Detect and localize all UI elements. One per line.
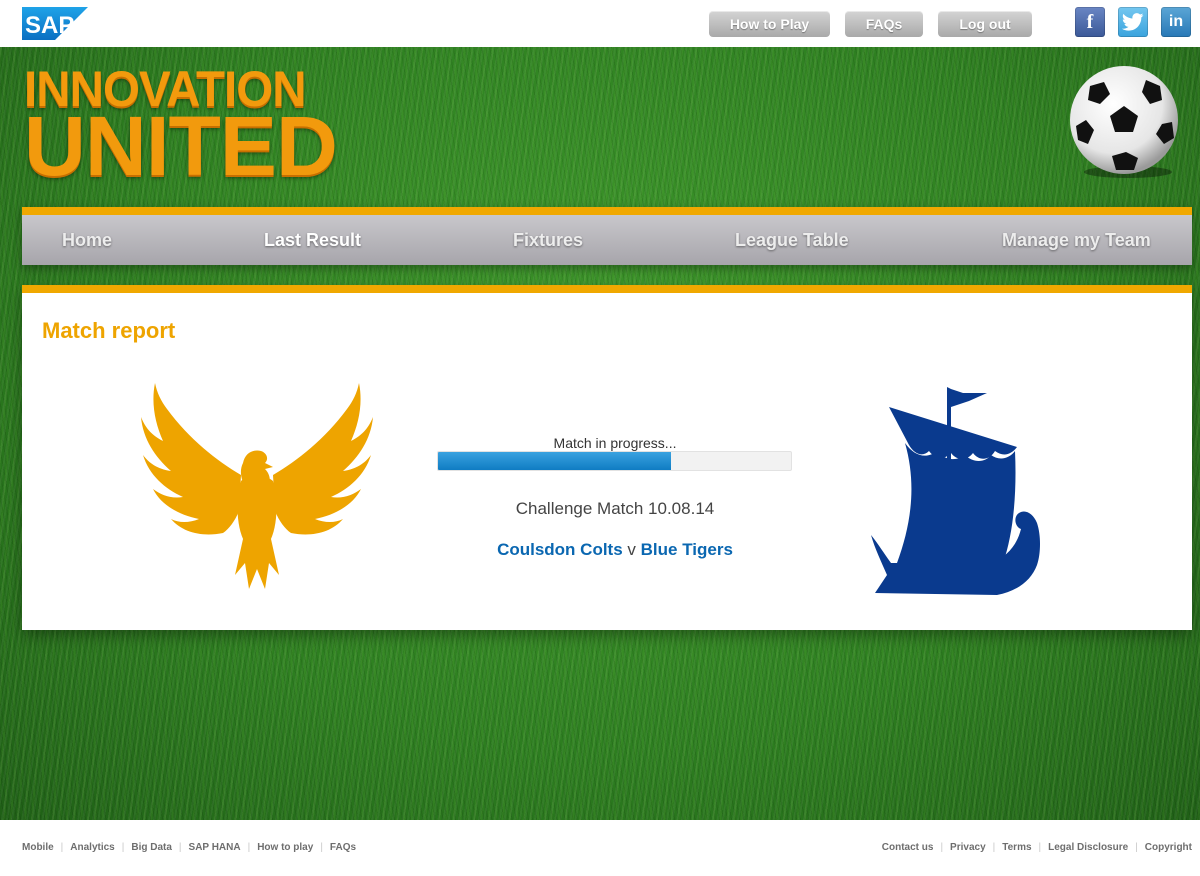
- nav-league-table[interactable]: League Table: [735, 215, 849, 265]
- away-team-link[interactable]: Blue Tigers: [641, 540, 733, 559]
- footer-separator: |: [247, 842, 251, 853]
- main-nav: Home Last Result Fixtures League Table M…: [22, 207, 1192, 265]
- footer-right-links: Contact us | Privacy | Terms | Legal Disclosur…: [882, 842, 1192, 853]
- match-status: Match in progress...: [553, 435, 677, 451]
- nav-manage-my-team[interactable]: Manage my Team: [1002, 215, 1151, 265]
- football-icon: [1070, 66, 1178, 178]
- left-link-faqs[interactable]: FAQs: [330, 842, 356, 853]
- footer-separator: |: [1135, 842, 1138, 853]
- sap-logo[interactable]: SAP: [22, 7, 88, 40]
- facebook-icon[interactable]: f: [1075, 7, 1105, 37]
- footer-separator: |: [178, 842, 182, 853]
- linkedin-icon[interactable]: in: [1161, 7, 1191, 37]
- left-link-analytics[interactable]: Analytics: [70, 842, 114, 853]
- right-link-contact-us[interactable]: Contact us: [882, 842, 934, 853]
- footer-separator: |: [992, 842, 996, 853]
- nav-home[interactable]: Home: [62, 215, 112, 265]
- match-title: Challenge Match 10.08.14: [515, 499, 715, 518]
- right-link-copyright[interactable]: Copyright: [1145, 842, 1192, 853]
- footer-separator: |: [1038, 842, 1042, 853]
- left-link-how-to-play[interactable]: How to play: [257, 842, 313, 853]
- match-progress-fill: [438, 452, 671, 470]
- match-teams: Coulsdon Colts v Blue Tigers: [437, 540, 793, 560]
- versus-label: v: [627, 540, 636, 559]
- section-title: Match report: [42, 318, 176, 343]
- faqs-button[interactable]: FAQs: [845, 11, 923, 37]
- footer-separator: |: [940, 842, 944, 853]
- match-progress-bar: [437, 451, 792, 471]
- left-link-mobile[interactable]: Mobile: [22, 842, 54, 853]
- top-bar: SAP How to Play FAQs Log out f in: [0, 0, 1200, 47]
- left-link-big-data[interactable]: Big Data: [131, 842, 172, 853]
- home-team-link[interactable]: Coulsdon Colts: [497, 540, 623, 559]
- viking-ship-crest-icon: [871, 387, 1040, 595]
- how-to-play-button[interactable]: How to Play: [709, 11, 830, 37]
- footer-separator: |: [320, 842, 323, 853]
- log-out-button[interactable]: Log out: [938, 11, 1032, 37]
- facebook-glyph: f: [1086, 10, 1094, 33]
- twitter-icon[interactable]: [1118, 7, 1148, 37]
- brand-title-line2: UNITED: [24, 99, 338, 193]
- left-link-sap-hana[interactable]: SAP HANA: [189, 842, 241, 853]
- nav-last-result[interactable]: Last Result: [264, 215, 361, 265]
- svg-text:SAP: SAP: [25, 12, 74, 39]
- footer-separator: |: [121, 842, 125, 853]
- right-link-terms[interactable]: Terms: [1002, 842, 1031, 853]
- right-link-legal-disclosure[interactable]: Legal Disclosure: [1048, 842, 1128, 853]
- match-report-panel: Match report Match in progress... Challe…: [22, 285, 1192, 630]
- linkedin-glyph: in: [1168, 13, 1184, 30]
- right-link-privacy[interactable]: Privacy: [950, 842, 986, 853]
- footer: Mobile | Analytics | Big Data | SAP HANA | How t…: [0, 820, 1200, 876]
- footer-separator: |: [60, 842, 64, 853]
- twitter-bird-icon: [1122, 13, 1144, 31]
- eagle-crest-icon: [141, 383, 373, 589]
- footer-left-links: Mobile | Analytics | Big Data | SAP HANA | How t…: [22, 842, 356, 853]
- nav-fixtures[interactable]: Fixtures: [513, 215, 583, 265]
